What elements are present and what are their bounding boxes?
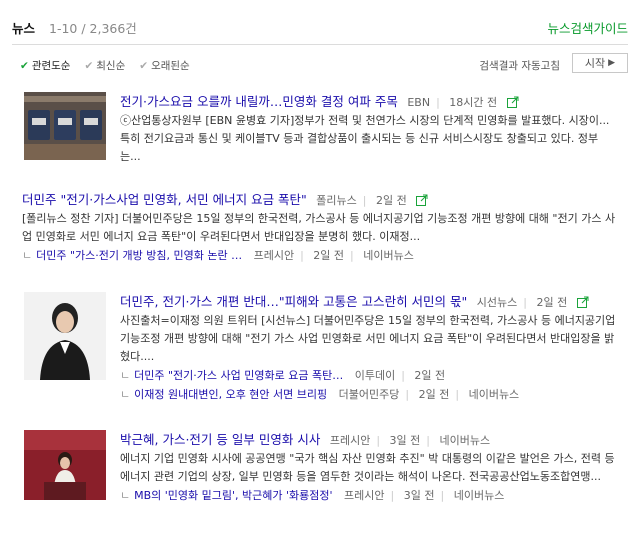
result-2-desc: [폴리뉴스 정찬 기자] 더불어민주당은 15일 정부의 한국전력, 가스공사 … bbox=[22, 212, 616, 243]
result-2-time: 2일 전 bbox=[376, 194, 407, 207]
related-portal-link[interactable]: 네이버뉴스 bbox=[469, 388, 520, 401]
sort-relevance[interactable]: ✔ 관련도순 bbox=[20, 58, 70, 73]
related-source: 이투데이 bbox=[354, 369, 396, 382]
check-icon: ✔ bbox=[139, 60, 149, 72]
result-1-source: EBN bbox=[407, 96, 431, 109]
result-count: 1-10 / 2,366건 bbox=[49, 21, 137, 36]
related-title[interactable]: 이재정 원내대변인, 오후 현안 서면 브리핑 bbox=[134, 388, 327, 401]
thumbnail-gas-meters[interactable] bbox=[24, 92, 106, 160]
thumbnail-podium-speaker[interactable] bbox=[24, 430, 106, 500]
result-4-source: 프레시안 bbox=[329, 434, 371, 447]
result-1: 전기·가스요금 오를까 내릴까…민영화 결정 여파 주목 EBN | 18시간 전… bbox=[120, 92, 620, 166]
related-time: 2일 전 bbox=[313, 249, 345, 262]
autorefresh-start-button[interactable]: 시작 ▶ bbox=[572, 53, 628, 73]
share-icon[interactable] bbox=[576, 296, 589, 308]
header-divider bbox=[12, 44, 628, 45]
result-1-time: 18시간 전 bbox=[449, 96, 498, 109]
news-guide-link[interactable]: 뉴스검색가이드 bbox=[547, 18, 628, 37]
result-3-source: 시선뉴스 bbox=[476, 296, 518, 309]
related-portal-link[interactable]: 네이버뉴스 bbox=[363, 249, 414, 262]
related-source: 프레시안 bbox=[253, 249, 295, 262]
sort-oldest[interactable]: ✔ 오래된순 bbox=[139, 58, 189, 73]
related-source: 프레시안 bbox=[344, 489, 385, 502]
related-source: 더불어민주당 bbox=[338, 388, 400, 401]
related-article: ㄴ 이재정 원내대변인, 오후 현안 서면 브리핑 더불어민주당 | 2일 전 | 네… bbox=[120, 388, 520, 401]
autorefresh-label: 검색결과 자동고침 bbox=[479, 60, 560, 72]
play-icon: ▶ bbox=[608, 58, 616, 68]
result-2-title[interactable]: 더민주 "전기·가스사업 민영화, 서민 에너지 요금 폭탄" bbox=[22, 192, 307, 207]
related-title[interactable]: 더민주 "가스·전기 개방 방침, 민영화 논란 … bbox=[36, 249, 242, 262]
sort-options: ✔ 관련도순 ✔ 최신순 ✔ 오래된순 bbox=[20, 58, 190, 73]
result-4-portal-link[interactable]: 네이버뉴스 bbox=[440, 434, 491, 447]
result-4-desc: 에너지 기업 민영화 시사에 공공연맹 "국가 핵심 자산 민영화 추진" 박 … bbox=[120, 452, 615, 483]
share-icon[interactable] bbox=[416, 194, 428, 206]
result-2-source: 폴리뉴스 bbox=[316, 194, 357, 207]
result-4-time: 3일 전 bbox=[389, 434, 421, 447]
share-icon[interactable] bbox=[506, 96, 519, 108]
related-article: ㄴ 더민주 "가스·전기 개방 방침, 민영화 논란 … 프레시안 | 2일 전 | … bbox=[22, 249, 414, 262]
thumbnail-person-portrait[interactable] bbox=[24, 292, 106, 380]
related-article: ㄴ MB의 '민영화 밑그림', 박근혜가 '화룡점정' 프레시안 | 3일 전 | … bbox=[120, 489, 505, 502]
section-title: 뉴스 bbox=[12, 21, 36, 36]
related-title[interactable]: MB의 '민영화 밑그림', 박근혜가 '화룡점정' bbox=[134, 489, 332, 502]
check-icon: ✔ bbox=[20, 60, 29, 72]
related-time: 3일 전 bbox=[403, 489, 435, 502]
related-time: 2일 전 bbox=[414, 369, 446, 382]
result-1-title[interactable]: 전기·가스요금 오를까 내릴까…민영화 결정 여파 주목 bbox=[120, 94, 398, 109]
related-title[interactable]: 더민주 "전기·가스 사업 민영화로 요금 폭탄… bbox=[134, 369, 343, 382]
result-3: 더민주, 전기·가스 개편 반대…"피해와 고통은 고스란히 서민의 몫" 시선… bbox=[120, 292, 620, 404]
result-4-title[interactable]: 박근혜, 가스·전기 등 일부 민영화 시사 bbox=[120, 432, 320, 447]
result-3-title[interactable]: 더민주, 전기·가스 개편 반대…"피해와 고통은 고스란히 서민의 몫" bbox=[120, 294, 467, 309]
related-article: ㄴ 더민주 "전기·가스 사업 민영화로 요금 폭탄… 이투데이 | 2일 전 bbox=[120, 369, 446, 382]
result-4: 박근혜, 가스·전기 등 일부 민영화 시사 프레시안 | 3일 전 | 네이버뉴스… bbox=[120, 430, 620, 505]
result-2: 더민주 "전기·가스사업 민영화, 서민 에너지 요금 폭탄" 폴리뉴스 | 2일… bbox=[22, 190, 622, 265]
news-header: 뉴스 1-10 / 2,366건 bbox=[12, 18, 137, 37]
start-button-label: 시작 bbox=[584, 57, 606, 70]
result-3-time: 2일 전 bbox=[536, 296, 568, 309]
related-portal-link[interactable]: 네이버뉴스 bbox=[454, 489, 505, 502]
sort-latest[interactable]: ✔ 최신순 bbox=[84, 58, 125, 73]
related-time: 2일 전 bbox=[418, 388, 450, 401]
result-1-desc: ⓒ산업통상자원부 [EBN 윤병효 기자]정부가 전력 및 천연가스 시장의 단… bbox=[120, 114, 610, 163]
result-3-desc: 사진출처=이재정 의원 트위터 [시선뉴스] 더불어민주당은 15일 정부의 한… bbox=[120, 314, 616, 363]
check-icon: ✔ bbox=[84, 60, 94, 72]
